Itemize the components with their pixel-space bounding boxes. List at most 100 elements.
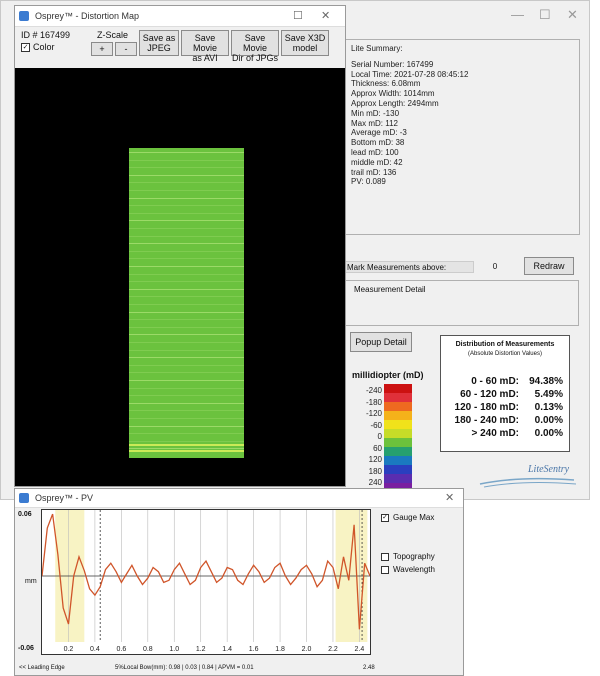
specimen-stripe [129, 410, 244, 412]
button-line-1: Save Movie [192, 33, 217, 53]
brand-name: LiteSentry [528, 464, 570, 475]
lite-summary-panel: Lite Summary: Serial Number: 167499 Local… [342, 39, 580, 235]
specimen-stripe [129, 152, 244, 153]
app-icon [19, 11, 29, 21]
x-tick-label: 0.2 [64, 646, 74, 653]
specimen-stripe [129, 326, 244, 328]
id-label: ID # 167499 [21, 30, 71, 40]
gauge-max-checkbox[interactable]: ✓ [381, 514, 389, 522]
specimen-stripe [129, 372, 244, 374]
map-action-button-1[interactable]: Save Movie as AVI [181, 30, 229, 63]
maximize-icon[interactable]: ☐ [539, 7, 551, 23]
popup-detail-button[interactable]: Popup Detail [350, 332, 412, 352]
specimen-edge-stripe [129, 450, 244, 452]
legend-tick-label: 120 [368, 455, 382, 464]
pv-window: Osprey™ - PV ✕ 0.06 mm -0.06 0.2 0.4 0.6 0.… [14, 488, 464, 676]
wavelength-label: Wavelength [393, 565, 435, 574]
legend-tick-label: 180 [368, 466, 382, 476]
button-line-2: as AVI [192, 53, 218, 63]
distribution-row: 60 - 120 mD: 5.49% [449, 389, 563, 400]
specimen-stripe [129, 205, 244, 207]
map-action-button-2[interactable]: Save Movie Dir of JPGs [231, 30, 279, 63]
legend-tick-label: 0 [377, 432, 382, 441]
app-icon [19, 493, 29, 503]
legend-tick-label: 60 [373, 443, 382, 453]
x-tick-label: 2.2 [328, 646, 338, 653]
specimen-stripe [129, 334, 244, 336]
mark-measurements-input[interactable]: 0 [480, 261, 510, 273]
legend-tick-label: -180 [365, 397, 382, 407]
summary-line: Approx Width: 1014mm [351, 89, 435, 99]
distribution-range: 60 - 120 mD: [460, 389, 519, 400]
close-icon[interactable]: ✕ [321, 6, 330, 26]
summary-line: PV: 0.089 [351, 177, 386, 187]
specimen-stripe [129, 311, 244, 313]
zscale-plus-button[interactable]: + [91, 42, 113, 56]
legend-swatch [384, 474, 412, 483]
legend-swatch [384, 411, 412, 420]
zscale-minus-button[interactable]: - [115, 42, 137, 56]
local-bow-status: 5%Local Bow(mm): 0.98 | 0.03 | 0.84 | AP… [115, 665, 254, 671]
specimen-stripe [129, 182, 244, 184]
specimen-stripe [129, 243, 244, 245]
specimen-stripe [129, 319, 244, 321]
legend-tick-label: -120 [365, 409, 382, 418]
legend-title: millidiopter (mD) [352, 370, 424, 380]
map-titlebar: Osprey™ - Distortion Map ☐ ✕ [15, 6, 345, 27]
y-axis-bottom-label: -0.06 [18, 645, 34, 652]
x-tick-label: 1.0 [169, 646, 179, 653]
distribution-range: 180 - 240 mD: [454, 415, 519, 426]
distribution-percent: 0.00% [534, 428, 563, 439]
distribution-subtitle: (Absolute Distortion Values) [468, 351, 542, 357]
distortion-map-window: Osprey™ - Distortion Map ☐ ✕ ID # 167499… [14, 5, 346, 487]
legend-swatch [384, 384, 412, 393]
specimen-stripe [129, 212, 244, 214]
x-tick-label: 1.6 [249, 646, 259, 653]
pv-plot[interactable]: 0.2 0.4 0.6 0.8 1.0 1.2 1.4 1.6 1.8 2.0 2.2 2.4 [41, 509, 371, 655]
map-action-button-3[interactable]: Save X3D model [281, 30, 329, 56]
x-tick-label: 0.6 [116, 646, 126, 653]
close-icon[interactable]: ✕ [445, 489, 454, 507]
legend-swatch [384, 465, 412, 474]
distribution-row: 180 - 240 mD: 0.00% [449, 415, 563, 426]
map-window-title: Osprey™ - Distortion Map [35, 11, 140, 21]
checkbox-checked-icon[interactable]: ✓ [21, 42, 30, 52]
button-line-2: JPEG [147, 43, 171, 53]
topography-checkbox[interactable] [381, 553, 389, 561]
specimen-stripe [129, 304, 244, 305]
specimen-stripe [129, 220, 244, 222]
topography-label: Topography [393, 552, 435, 561]
specimen-stripe [129, 387, 244, 389]
wavelength-checkbox[interactable] [381, 566, 389, 574]
minimize-icon[interactable]: — [511, 7, 524, 22]
summary-line: Thickness: 6.08mm [351, 79, 421, 89]
close-icon[interactable]: ✕ [567, 7, 578, 23]
color-checkbox[interactable]: ✓ Color [21, 42, 55, 52]
summary-line: middle mD: 42 [351, 157, 403, 167]
y-axis-top-label: 0.06 [18, 511, 32, 518]
map-action-button-0[interactable]: Save as JPEG [139, 30, 179, 56]
specimen-stripe [129, 273, 244, 275]
specimen-stripe [129, 266, 244, 267]
specimen-stripe [129, 418, 244, 419]
pv-plot-svg: 0.2 0.4 0.6 0.8 1.0 1.2 1.4 1.6 1.8 2.0 2.2 2.4 [42, 510, 370, 653]
x-axis-end-label: 2.48 [363, 665, 375, 671]
maximize-icon[interactable]: ☐ [293, 6, 303, 26]
pv-series-line [42, 513, 370, 630]
button-line-1: Save X3D [284, 33, 326, 43]
specimen-stripe [129, 235, 244, 237]
leading-edge-label: << Leading Edge [19, 665, 65, 671]
legend-swatch [384, 429, 412, 438]
distribution-range: 120 - 180 mD: [454, 402, 519, 413]
summary-line: Average mD: -3 [351, 128, 407, 138]
redraw-button[interactable]: Redraw [524, 257, 574, 275]
distribution-percent: 5.49% [534, 389, 563, 400]
summary-line: Approx Length: 2494mm [351, 98, 439, 108]
legend-swatch [384, 447, 412, 456]
x-tick-label: 0.8 [143, 646, 153, 653]
distortion-map-canvas[interactable] [15, 68, 345, 486]
distribution-row: 0 - 60 mD: 94.38% [449, 376, 563, 387]
specimen-stripe [129, 250, 244, 252]
legend-swatch [384, 393, 412, 402]
specimen-edge-stripe [129, 444, 244, 446]
